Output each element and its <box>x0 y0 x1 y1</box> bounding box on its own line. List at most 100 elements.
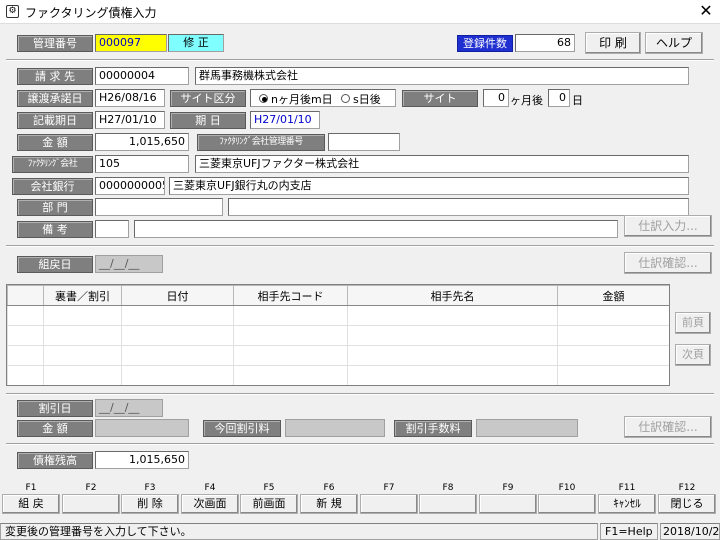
table-cell[interactable] <box>44 386 122 387</box>
table-cell[interactable] <box>558 386 670 387</box>
record-date-label: 記載期日 <box>17 112 93 129</box>
table-cell[interactable] <box>7 305 44 326</box>
status-help-hint: F1=Help <box>600 523 658 540</box>
table-cell[interactable] <box>347 345 558 366</box>
discount-date-label: 割引日 <box>17 400 93 417</box>
fee-label: 割引手数料 <box>394 420 472 437</box>
table-cell[interactable] <box>347 365 558 385</box>
table-cell[interactable] <box>233 365 348 385</box>
site-days-input[interactable]: 0 <box>548 89 570 107</box>
column-header[interactable]: 日付 <box>121 285 234 306</box>
close-button[interactable]: ✕ <box>694 1 718 21</box>
table-cell[interactable] <box>121 365 234 385</box>
column-header[interactable] <box>7 285 44 306</box>
record-date-input[interactable]: H27/01/10 <box>95 111 165 129</box>
factoring-code-input[interactable]: 105 <box>95 155 189 173</box>
factoring-mgmt-input[interactable] <box>328 133 400 151</box>
table-cell[interactable] <box>7 325 44 346</box>
table-cell[interactable] <box>233 325 348 346</box>
fkey-button-f2[interactable] <box>62 494 120 514</box>
table-body <box>7 305 670 387</box>
note-code-input[interactable] <box>95 220 129 238</box>
fkey-label-f3: F3 <box>144 483 156 493</box>
table-row[interactable] <box>8 386 670 387</box>
balance-label: 債権残高 <box>17 452 93 469</box>
due-date-input[interactable]: H27/01/10 <box>250 111 320 129</box>
fkey-label-f7: F7 <box>383 483 395 493</box>
fkey-label-f1: F1 <box>25 483 37 493</box>
table-cell[interactable] <box>233 345 348 366</box>
fkey-button-f1[interactable]: 組 戻 <box>2 494 60 514</box>
prev-page-button[interactable]: 前頁 <box>675 312 711 334</box>
status-date: 2018/10/25 <box>660 523 720 540</box>
fkey-button-f4[interactable]: 次画面 <box>181 494 239 514</box>
transfer-date-input[interactable]: H26/08/16 <box>95 89 165 107</box>
note-text-input[interactable] <box>134 220 618 238</box>
table-cell[interactable] <box>347 325 558 346</box>
table-row[interactable] <box>7 325 669 346</box>
table-cell[interactable] <box>121 305 234 326</box>
due-date-label: 期 日 <box>170 112 246 129</box>
divider <box>6 393 714 395</box>
return-journal-confirm-button[interactable]: 仕訳確認... <box>624 252 712 274</box>
table-cell[interactable] <box>557 305 669 326</box>
table-cell[interactable] <box>43 325 122 346</box>
table-cell[interactable] <box>121 325 234 346</box>
table-row[interactable] <box>7 345 669 366</box>
radio-days[interactable] <box>341 94 350 103</box>
next-page-button[interactable]: 次頁 <box>675 344 711 366</box>
column-header[interactable]: 裏書／割引 <box>43 285 122 306</box>
fkey-button-f10[interactable] <box>538 494 596 514</box>
fkey-button-f9[interactable] <box>479 494 537 514</box>
site-days-unit: 日 <box>572 94 583 107</box>
table-cell[interactable] <box>557 325 669 346</box>
table-cell[interactable] <box>348 386 558 387</box>
discount-journal-confirm-button[interactable]: 仕訳確認... <box>624 416 712 438</box>
table-cell[interactable] <box>121 345 234 366</box>
return-date-input[interactable]: __/__/__ <box>95 255 163 273</box>
table-cell[interactable] <box>122 386 234 387</box>
table-cell[interactable] <box>557 365 669 385</box>
table-cell[interactable] <box>43 365 122 385</box>
table-header-row: 裏書／割引 日付 相手先コード 相手先名 金額 <box>7 285 669 306</box>
fkey-label-f8: F8 <box>442 483 454 493</box>
discount-date-input[interactable]: __/__/__ <box>95 399 163 417</box>
factoring-name-field: 三菱東京UFJファクター株式会社 <box>195 155 689 173</box>
table-row[interactable] <box>7 305 669 326</box>
column-header[interactable]: 相手先名 <box>347 285 558 306</box>
fkey-button-f3[interactable]: 削 除 <box>121 494 179 514</box>
fkey-button-f8[interactable] <box>419 494 477 514</box>
factoring-company-label: ﾌｧｸﾀﾘﾝｸﾞ会社 <box>12 156 93 173</box>
journal-input-button[interactable]: 仕訳入力... <box>624 215 712 237</box>
billing-code-input[interactable]: 00000004 <box>95 67 189 85</box>
fkey-button-f12[interactable]: 閉じる <box>658 494 716 514</box>
table-cell[interactable] <box>233 305 348 326</box>
table-cell[interactable] <box>557 345 669 366</box>
radio-monthly[interactable] <box>259 94 268 103</box>
print-button[interactable]: 印 刷 <box>585 32 641 54</box>
column-header[interactable]: 金額 <box>557 285 669 306</box>
amount-input[interactable]: 1,015,650 <box>95 133 189 151</box>
column-header[interactable]: 相手先コード <box>233 285 348 306</box>
table-cell[interactable] <box>43 305 122 326</box>
fkey-button-f6[interactable]: 新 規 <box>300 494 358 514</box>
mode-badge: 修 正 <box>168 34 224 52</box>
table-cell[interactable] <box>234 386 348 387</box>
table-cell[interactable] <box>43 345 122 366</box>
fee-input[interactable] <box>476 419 578 437</box>
table-cell[interactable] <box>7 365 44 385</box>
bank-code-input[interactable]: 0000000005 <box>95 177 165 195</box>
site-months-input[interactable]: 0 <box>483 89 509 107</box>
dept-code-input[interactable] <box>95 198 223 216</box>
help-button[interactable]: ヘルプ <box>645 32 703 54</box>
discount-amount-input[interactable] <box>95 419 189 437</box>
fkey-button-f11[interactable]: ｷｬﾝｾﾙ <box>598 494 656 514</box>
table-cell[interactable] <box>8 386 44 387</box>
table-cell[interactable] <box>347 305 558 326</box>
table-row[interactable] <box>7 365 669 385</box>
fkey-button-f5[interactable]: 前画面 <box>240 494 298 514</box>
table-cell[interactable] <box>7 345 44 366</box>
mgmt-no-input[interactable]: 000097 <box>95 34 167 52</box>
this-fee-input[interactable] <box>285 419 385 437</box>
fkey-button-f7[interactable] <box>360 494 418 514</box>
